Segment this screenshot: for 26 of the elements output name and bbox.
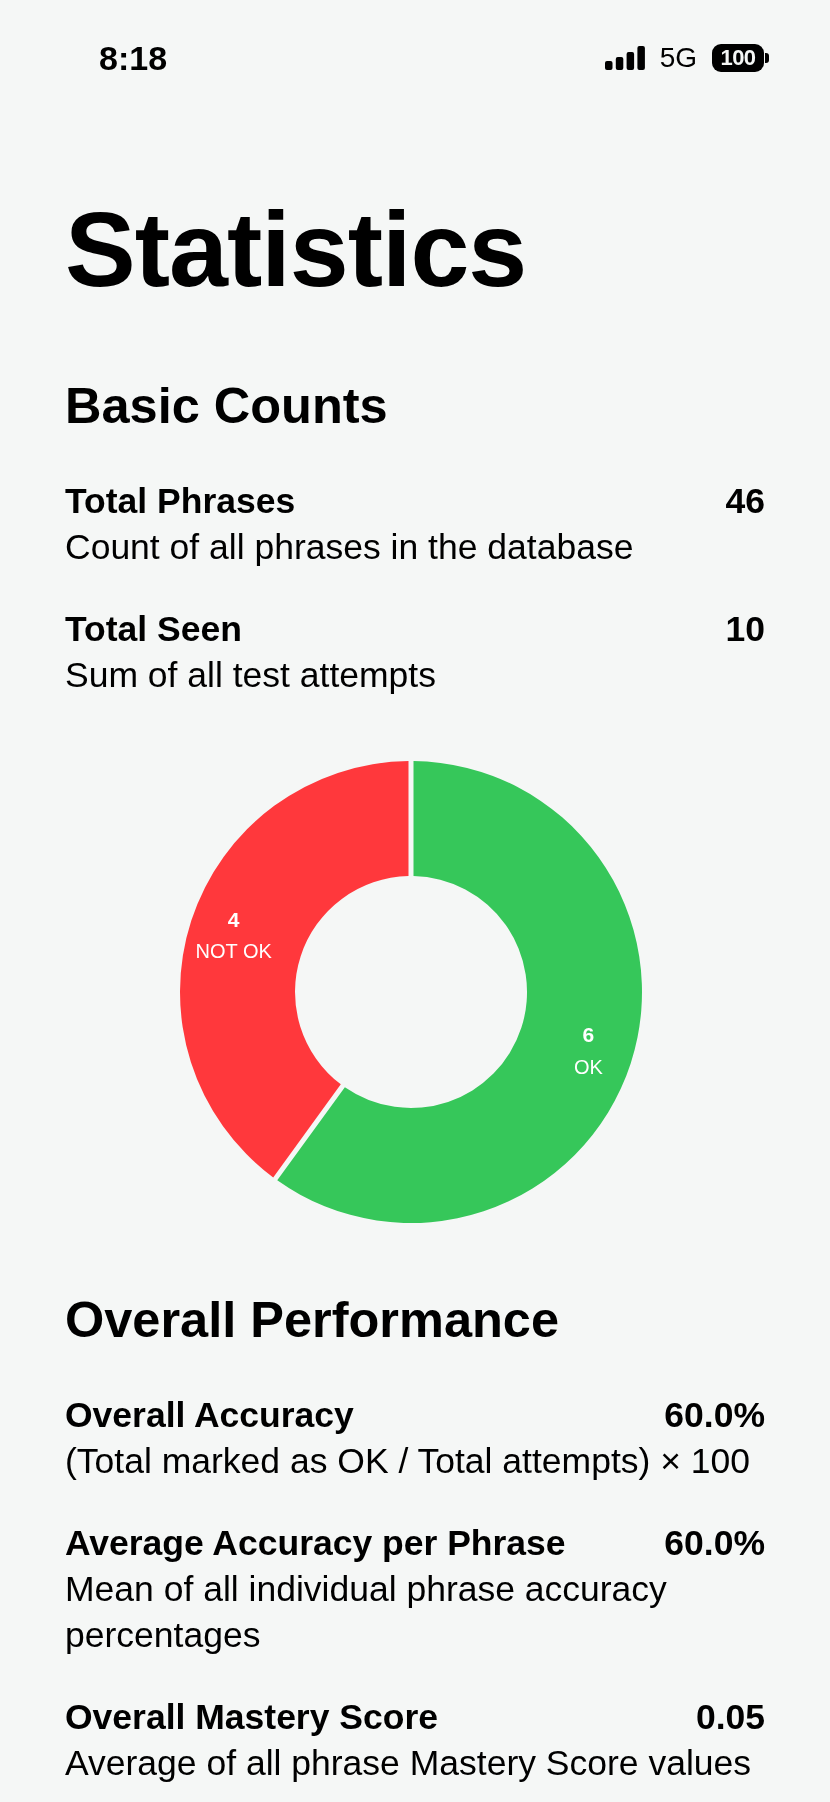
stat-description: Count of all phrases in the database (65, 526, 635, 569)
stat-value: 10 (725, 608, 765, 651)
page-title: Statistics (65, 189, 528, 310)
slice-category-label: OK (573, 1055, 603, 1078)
stat-value: 46 (725, 480, 765, 523)
slice-category-label: NOT OK (195, 940, 272, 963)
stat-value: 60.0% (664, 1394, 765, 1437)
stat-description: Mean of all individual phrase accuracy percentages (65, 1568, 668, 1657)
stat-value: 0.05 (695, 1696, 765, 1739)
stat-description: Average of all phrase Mastery Score values (65, 1742, 753, 1785)
network-label: 5G (659, 44, 697, 72)
stat-label: Total Seen (65, 608, 242, 651)
slice-value-label: 6 (582, 1023, 595, 1047)
stat-label: Total Phrases (65, 480, 296, 523)
stat-description: (Total marked as OK / Total attempts) × 100 (65, 1440, 751, 1483)
section-heading: Overall Performance (65, 1290, 561, 1350)
status-time: 8:18 (99, 41, 168, 75)
slice-value-label: 4 (227, 907, 240, 931)
stat-label: Overall Accuracy (65, 1394, 354, 1437)
stat-value: 60.0% (664, 1522, 765, 1565)
section-heading: Basic Counts (65, 376, 389, 436)
stat-label: Average Accuracy per Phrase (65, 1522, 566, 1565)
battery-indicator: 100 (712, 44, 769, 72)
stat-description: Sum of all test attempts (65, 654, 437, 697)
signal-icon (604, 46, 645, 70)
stat-label: Overall Mastery Score (65, 1696, 438, 1739)
